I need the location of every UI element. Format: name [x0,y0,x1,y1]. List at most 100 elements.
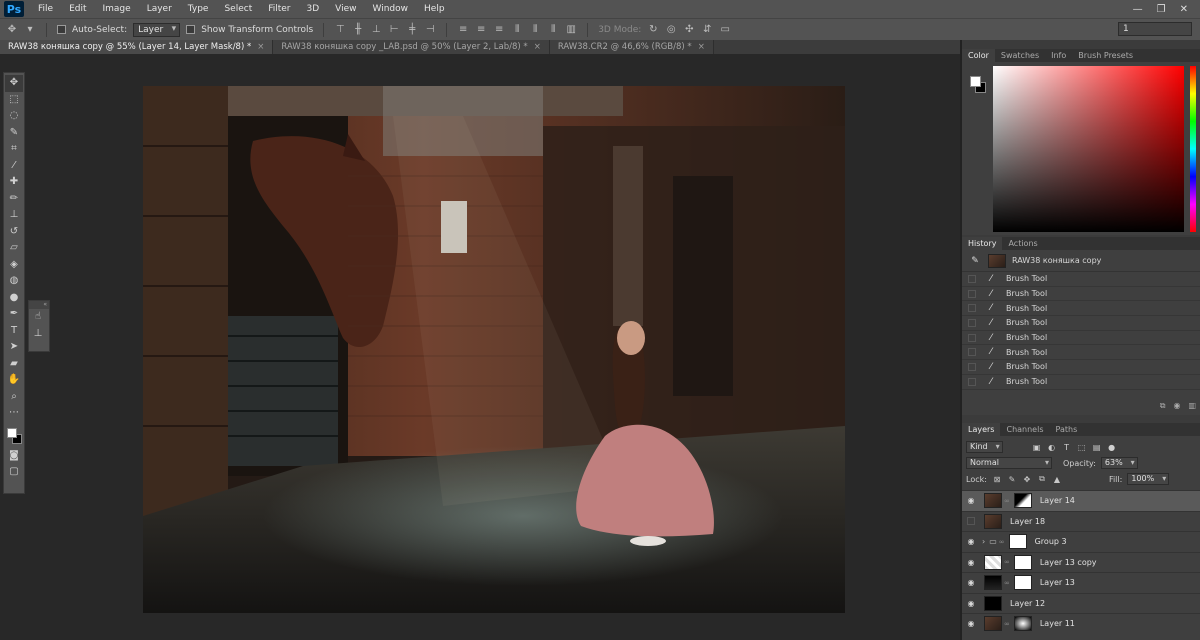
history-source-checkbox[interactable] [968,377,976,386]
layer-mask-thumbnail[interactable] [1013,493,1032,509]
history-brush-source-icon[interactable]: ✎ [968,256,982,266]
menu-select[interactable]: Select [216,0,260,18]
workspace-field[interactable]: 1 [1118,22,1192,36]
tab-paths[interactable]: Paths [1050,423,1084,436]
flyout-close-icon[interactable]: « [29,301,49,309]
lock-all-icon[interactable]: ▲ [1052,475,1062,484]
history-item[interactable]: ⁄ Brush Tool [962,360,1200,375]
history-snapshot[interactable]: ✎ RAW38 коняшка copy [962,250,1200,272]
shape-tool-icon[interactable]: ▰ [5,356,23,373]
new-document-from-state-icon[interactable]: ⧉ [1160,401,1166,411]
foreground-color-swatch[interactable] [7,427,17,438]
distribute-left-icon[interactable]: ⦀ [511,24,523,36]
layer-filter-kind-dropdown[interactable]: Kind [966,441,1003,453]
3d-rotate-icon[interactable]: ↻ [647,24,659,36]
history-source-checkbox[interactable] [968,318,976,327]
paint-bucket-tool-icon[interactable]: ◈ [5,257,23,274]
fill-field[interactable]: 100% [1127,473,1170,485]
pen-tool-icon[interactable]: ✒ [5,306,23,323]
history-item[interactable]: ⁄ Brush Tool [962,316,1200,331]
blur-tool-icon[interactable]: ◍ [5,273,23,290]
link-icon[interactable]: ∞ [999,538,1005,546]
quick-select-tool-icon[interactable]: ✎ [5,125,23,142]
eye-icon[interactable]: ◉ [964,619,978,628]
touch-tool-icon[interactable]: ☝ [29,309,47,326]
align-vcenter-icon[interactable]: ╫ [352,24,364,36]
menu-layer[interactable]: Layer [139,0,180,18]
lock-position-icon[interactable]: ✥ [1022,475,1032,484]
visibility-toggle[interactable] [964,517,978,526]
foreground-color-swatch[interactable] [970,76,981,87]
tab-document-2[interactable]: RAW38 коняшка copy _LAB.psd @ 50% (Layer… [273,40,550,54]
filter-shape-icon[interactable]: ⬚ [1077,443,1087,452]
chevron-right-icon[interactable]: › [982,537,985,546]
tab-document-1[interactable]: RAW38 коняшка copy @ 55% (Layer 14, Laye… [0,40,274,54]
close-icon[interactable]: × [534,42,541,52]
marquee-tool-icon[interactable]: ⬚ [5,92,23,109]
history-item[interactable]: ⁄ Brush Tool [962,375,1200,390]
eyedropper-tool-icon[interactable]: ⁄ [5,158,23,175]
crop-tool-icon[interactable]: ⌗ [5,141,23,158]
filter-toggle-icon[interactable]: ● [1107,443,1117,452]
history-item[interactable]: ⁄ Brush Tool [962,287,1200,302]
healing-brush-tool-icon[interactable]: ✚ [5,174,23,191]
layer-row[interactable]: ◉ ∞ Layer 13 [962,572,1200,593]
3d-drag-icon[interactable]: ✣ [683,24,695,36]
layer-mask-thumbnail[interactable] [1008,534,1027,550]
history-source-checkbox[interactable] [968,348,976,357]
tab-swatches[interactable]: Swatches [995,49,1045,62]
distribute-top-icon[interactable]: ≡ [457,24,469,36]
filter-type-icon[interactable]: T [1062,443,1072,452]
history-source-checkbox[interactable] [968,274,976,283]
clone-stamp-tool-icon[interactable]: ⊥ [5,207,23,224]
layer-row[interactable]: ◉ ∞ Layer 13 copy [962,551,1200,573]
trash-icon[interactable]: ▥ [1188,401,1196,411]
distribute-hcenter-icon[interactable]: ⦀ [529,24,541,36]
tab-actions[interactable]: Actions [1002,237,1043,250]
lock-artboard-icon[interactable]: ⧉ [1037,474,1047,484]
layer-row[interactable]: ◉ › ▭ ∞ Group 3 [962,531,1200,552]
lock-transparent-icon[interactable]: ⊠ [992,475,1002,484]
filter-smart-object-icon[interactable]: ▤ [1092,443,1102,452]
3d-slide-icon[interactable]: ⇵ [701,24,713,36]
screen-mode-icon[interactable]: ▢ [5,464,23,481]
hand-tool-icon[interactable]: ✋ [5,372,23,389]
filter-adjustment-icon[interactable]: ◐ [1047,443,1057,452]
align-top-icon[interactable]: ⊤ [334,24,346,36]
eye-icon[interactable]: ◉ [964,537,978,546]
eye-icon[interactable]: ◉ [964,496,978,505]
menu-help[interactable]: Help [416,0,453,18]
stamp-tool-icon[interactable]: ⊥ [29,326,47,343]
layer-row[interactable]: ◉ ∞ Layer 14 [962,490,1200,511]
tab-info[interactable]: Info [1045,49,1072,62]
eye-icon[interactable]: ◉ [964,558,978,567]
history-source-checkbox[interactable] [968,333,976,342]
distribute-bottom-icon[interactable]: ≡ [493,24,505,36]
history-brush-tool-icon[interactable]: ↺ [5,224,23,241]
tab-document-3[interactable]: RAW38.CR2 @ 46,6% (RGB/8) * × [549,40,714,54]
menu-filter[interactable]: Filter [260,0,298,18]
close-icon[interactable]: × [257,42,264,52]
zoom-tool-icon[interactable]: ⌕ [5,389,23,406]
lock-image-icon[interactable]: ✎ [1007,475,1017,484]
menu-3d[interactable]: 3D [299,0,328,18]
auto-select-checkbox[interactable] [57,25,66,34]
menu-file[interactable]: File [30,0,61,18]
menu-edit[interactable]: Edit [61,0,94,18]
align-hcenter-icon[interactable]: ╪ [406,24,418,36]
close-icon[interactable]: × [698,42,705,52]
link-icon[interactable]: ∞ [1004,620,1010,628]
eye-icon[interactable]: ◉ [964,599,978,608]
tab-layers[interactable]: Layers [962,423,1001,436]
tab-channels[interactable]: Channels [1000,423,1049,436]
layer-row[interactable]: Layer 18 [962,510,1200,532]
brush-tool-icon[interactable]: ✏ [5,191,23,208]
3d-scale-icon[interactable]: ▭ [719,24,731,36]
history-source-checkbox[interactable] [968,289,976,298]
auto-align-icon[interactable]: ▥ [565,24,577,36]
color-swatches[interactable] [5,426,23,448]
history-item[interactable]: ⁄ Brush Tool [962,345,1200,361]
history-item[interactable]: ⁄ Brush Tool [962,272,1200,287]
history-source-checkbox[interactable] [968,304,976,313]
restore-icon[interactable]: ❐ [1157,4,1166,15]
